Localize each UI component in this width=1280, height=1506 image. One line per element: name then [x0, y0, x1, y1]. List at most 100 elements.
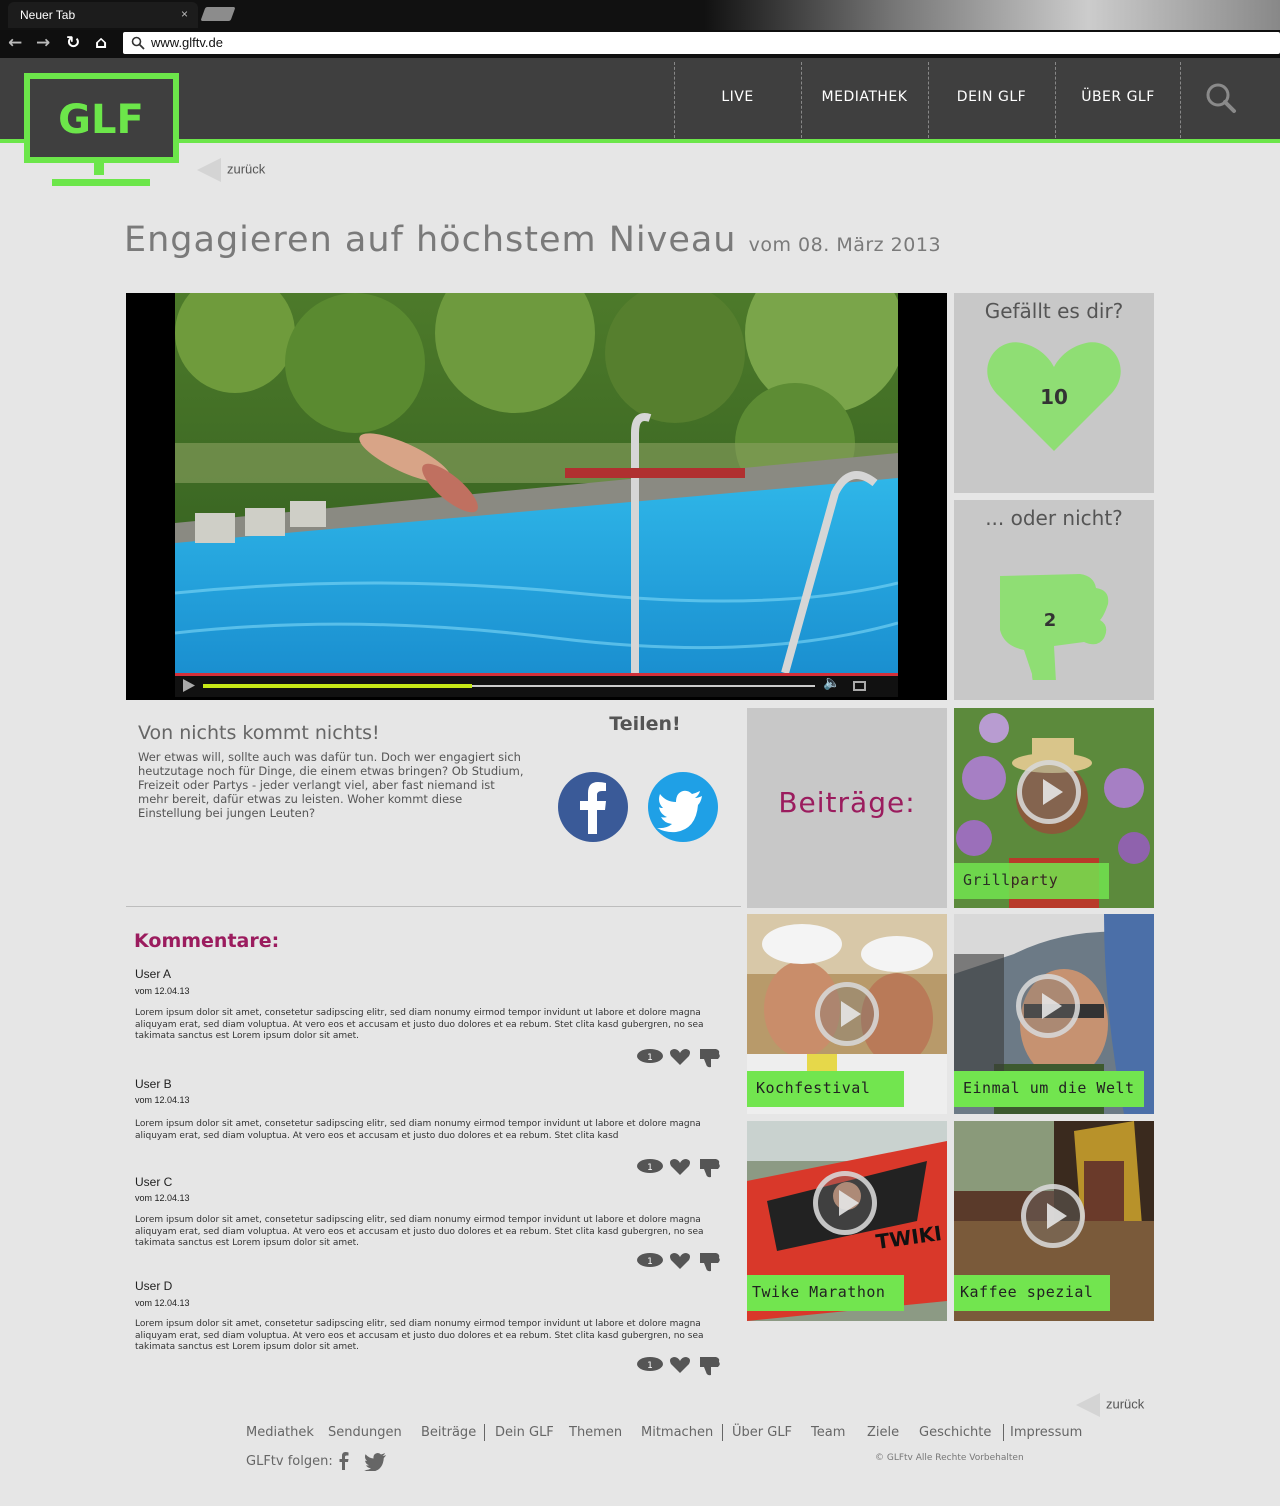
- video-tile-grillparty[interactable]: Grillparty: [954, 708, 1154, 908]
- comment-date: vom 12.04.13: [135, 1095, 190, 1105]
- footer-link-mitmachen[interactable]: Mitmachen: [641, 1425, 713, 1440]
- nav-live[interactable]: LIVE: [674, 62, 800, 138]
- beitraege-header-tile: Beiträge:: [747, 708, 947, 908]
- video-progress-track[interactable]: [203, 684, 815, 688]
- svg-text:1: 1: [647, 1361, 653, 1371]
- play-circle-icon[interactable]: [1017, 760, 1081, 824]
- tile-label: Grillparty: [954, 863, 1109, 899]
- footer-link-beitraege[interactable]: Beiträge: [421, 1425, 476, 1440]
- nav-mediathek[interactable]: MEDIATHEK: [801, 62, 927, 138]
- description-heading: Von nichts kommt nichts!: [138, 722, 380, 744]
- video-progress-fill: [203, 684, 473, 688]
- search-icon: [131, 36, 145, 50]
- like-heart-icon[interactable]: [670, 1253, 690, 1269]
- comment-user: User C: [135, 1175, 173, 1189]
- facebook-icon[interactable]: [558, 772, 628, 842]
- back-arrow-icon[interactable]: ←: [8, 33, 22, 53]
- beitraege-heading: Beiträge:: [778, 786, 916, 819]
- footer-link-team[interactable]: Team: [811, 1425, 845, 1440]
- tab-close-icon[interactable]: ×: [181, 7, 188, 21]
- svg-text:1: 1: [647, 1053, 653, 1063]
- back-label: zurück: [1106, 1396, 1145, 1412]
- comment-actions: 1: [636, 1156, 726, 1178]
- play-icon[interactable]: [183, 679, 195, 692]
- like-heart-icon[interactable]: [670, 1159, 690, 1175]
- follow-label: GLFtv folgen:: [246, 1454, 333, 1469]
- video-controls: 🔈: [175, 673, 898, 697]
- footer-link-ziele[interactable]: Ziele: [867, 1425, 899, 1440]
- reply-bubble-icon[interactable]: 1: [637, 1159, 663, 1173]
- dislike-thumb-icon[interactable]: [700, 1357, 720, 1376]
- comment-text: Lorem ipsum dolor sit amet, consetetur s…: [135, 1008, 704, 1041]
- home-icon[interactable]: ⌂: [95, 33, 107, 53]
- nav-dein-glf[interactable]: DEIN GLF: [928, 62, 1054, 138]
- play-circle-icon[interactable]: [1021, 1184, 1085, 1248]
- dislike-thumb-icon[interactable]: [700, 1049, 720, 1068]
- video-tile-kaffee-spezial[interactable]: Kaffee spezial: [954, 1121, 1154, 1321]
- play-circle-icon[interactable]: [813, 1171, 877, 1235]
- reply-bubble-icon[interactable]: 1: [637, 1253, 663, 1267]
- play-circle-icon[interactable]: [1016, 974, 1080, 1038]
- tile-label: Twike Marathon: [747, 1275, 904, 1311]
- tile-label: Kaffee spezial: [954, 1275, 1110, 1311]
- copyright: © GLFtv Alle Rechte Vorbehalten: [875, 1453, 1024, 1463]
- volume-icon[interactable]: 🔈: [823, 675, 840, 691]
- footer-link-themen[interactable]: Themen: [569, 1425, 622, 1440]
- video-tile-kochfestival[interactable]: Kochfestival: [747, 914, 947, 1114]
- play-circle-icon[interactable]: [815, 982, 879, 1046]
- back-link-bottom[interactable]: zurück: [1076, 1393, 1144, 1417]
- reply-bubble-icon[interactable]: 1: [637, 1357, 663, 1371]
- like-heart-icon[interactable]: [670, 1049, 690, 1065]
- footer-link-sendungen[interactable]: Sendungen: [328, 1425, 402, 1440]
- footer-facebook-icon[interactable]: [338, 1452, 350, 1470]
- video-thumbnail: [175, 293, 898, 673]
- browser-tab-bar: Neuer Tab ×: [0, 0, 1280, 30]
- comment-date: vom 12.04.13: [135, 1298, 190, 1308]
- thumbs-down-icon[interactable]: 2: [954, 530, 1154, 691]
- video-tile-twike-marathon[interactable]: TWIKI Twike Marathon: [747, 1121, 947, 1321]
- search-icon[interactable]: [1205, 82, 1237, 114]
- address-bar[interactable]: www.glftv.de: [123, 32, 1280, 54]
- video-tile-einmal-um-die-welt[interactable]: Einmal um die Welt: [954, 914, 1154, 1114]
- nav-ueber-glf[interactable]: ÜBER GLF: [1055, 62, 1181, 138]
- heart-icon[interactable]: 10: [954, 323, 1154, 463]
- tile-label: Kochfestival: [747, 1071, 904, 1107]
- comment-user: User B: [135, 1077, 172, 1091]
- back-triangle-icon: [197, 158, 221, 182]
- dislike-thumb-icon[interactable]: [700, 1159, 720, 1178]
- video-red-line: [175, 673, 898, 676]
- footer-separator: [484, 1424, 485, 1441]
- reload-icon[interactable]: ↻: [66, 33, 80, 53]
- dislike-thumb-icon[interactable]: [700, 1253, 720, 1272]
- footer-twitter-icon[interactable]: [364, 1453, 386, 1471]
- back-link-top[interactable]: zurück: [197, 158, 265, 182]
- comment-user: User A: [135, 967, 172, 981]
- footer-link-dein-glf[interactable]: Dein GLF: [495, 1425, 554, 1440]
- like-count: 10: [1040, 385, 1068, 409]
- footer-link-impressum[interactable]: Impressum: [1010, 1425, 1082, 1440]
- back-label: zurück: [227, 161, 266, 177]
- footer-separator: [722, 1424, 723, 1441]
- fullscreen-icon[interactable]: [853, 681, 866, 691]
- video-frame[interactable]: [175, 293, 898, 673]
- page-title: Engagieren auf höchstem Niveau vom 08. M…: [124, 220, 941, 260]
- footer-link-geschichte[interactable]: Geschichte: [919, 1425, 991, 1440]
- new-tab-button[interactable]: [200, 7, 236, 21]
- article-date: vom 08. März 2013: [748, 234, 942, 256]
- twitter-icon[interactable]: [648, 772, 718, 842]
- comments-heading: Kommentare:: [134, 930, 280, 952]
- footer-link-ueber-glf[interactable]: Über GLF: [732, 1425, 792, 1440]
- reply-bubble-icon[interactable]: 1: [637, 1049, 663, 1063]
- glf-logo[interactable]: GLF: [24, 73, 179, 188]
- comment-date: vom 12.04.13: [135, 1193, 190, 1203]
- svg-text:1: 1: [647, 1257, 653, 1267]
- dislike-box: ... oder nicht? 2: [954, 500, 1154, 700]
- footer-link-mediathek[interactable]: Mediathek: [246, 1425, 314, 1440]
- video-player[interactable]: 🔈: [126, 293, 947, 700]
- comment-actions: 1: [636, 1046, 726, 1068]
- tile-label: Einmal um die Welt: [954, 1071, 1144, 1107]
- forward-arrow-icon[interactable]: →: [36, 33, 50, 53]
- share-heading: Teilen!: [609, 713, 681, 735]
- browser-tab[interactable]: Neuer Tab ×: [8, 2, 198, 28]
- like-heart-icon[interactable]: [670, 1357, 690, 1373]
